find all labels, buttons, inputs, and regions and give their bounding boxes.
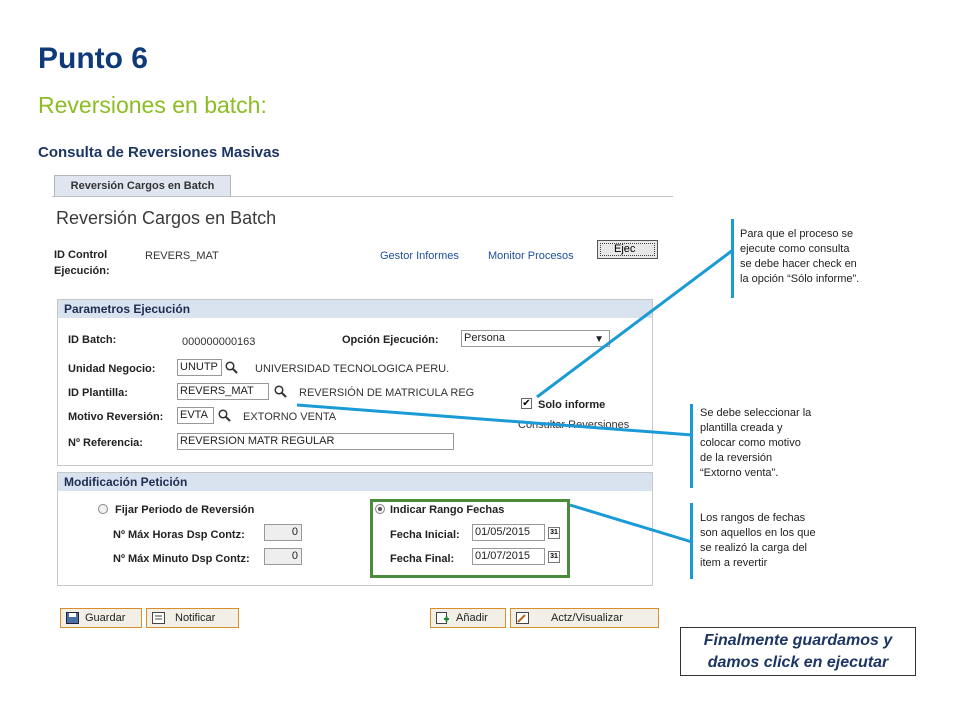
annotation-bar-2	[690, 404, 693, 488]
anadir-label: Añadir	[456, 612, 488, 624]
gestor-informes-link[interactable]: Gestor Informes	[380, 250, 459, 262]
note1-line: Para que el proceso se	[740, 228, 854, 240]
note3-line: item a revertir	[700, 557, 768, 569]
opcion-ejecucion-value: Persona	[464, 332, 505, 344]
slide-subtitle: Reversiones en batch:	[38, 92, 267, 118]
modif-header: Modificación Petición	[58, 473, 652, 491]
note3-line: se realizó la carga del	[700, 542, 808, 554]
unidad-negocio-label: Unidad Negocio:	[68, 363, 156, 375]
note1-line: ejecute como consulta	[740, 243, 850, 255]
calendar-icon[interactable]: 31	[548, 551, 560, 563]
annotation-note-1: Para que el proceso se ejecute como cons…	[740, 227, 859, 287]
consultar-reversiones-link[interactable]: Consultar Reversiones	[518, 419, 629, 431]
fecha-inicial-label: Fecha Inicial:	[390, 529, 460, 541]
final-line-2: damos click en ejecutar	[707, 654, 889, 671]
annotation-note-2: Se debe seleccionar la plantilla creada …	[700, 406, 811, 481]
edit-icon	[516, 612, 529, 624]
motivo-reversion-label: Motivo Reversión:	[68, 411, 164, 423]
note2-line: de la reversión	[700, 452, 773, 464]
section-heading: Consulta de Reversiones Masivas	[38, 144, 280, 161]
search-icon[interactable]	[225, 361, 238, 374]
indicar-rango-radio[interactable]	[375, 504, 385, 514]
indicar-rango-label: Indicar Rango Fechas	[390, 504, 505, 516]
final-instruction-box: Finalmente guardamos y damos click en ej…	[680, 627, 916, 676]
horas-input[interactable]: 0	[264, 524, 302, 541]
id-control-label: ID Control	[54, 249, 108, 261]
notificar-button[interactable]: Notificar	[146, 608, 239, 628]
note2-line: “Extorno venta”.	[700, 467, 779, 479]
note3-line: Los rangos de fechas	[700, 512, 806, 524]
note3-line: son aquellos en los que	[700, 527, 816, 539]
id-plantilla-desc: REVERSIÓN DE MATRICULA REG	[299, 387, 475, 399]
referencia-input[interactable]: REVERSION MATR REGULAR	[177, 433, 454, 450]
ejec-button[interactable]: Ejec	[597, 240, 658, 259]
fecha-inicial-input[interactable]: 01/05/2015	[472, 524, 545, 541]
fijar-periodo-label: Fijar Periodo de Reversión	[115, 504, 255, 516]
calendar-icon[interactable]: 31	[548, 527, 560, 539]
dropdown-arrow-icon: ▼	[594, 334, 604, 345]
note2-line: colocar como motivo	[700, 437, 801, 449]
monitor-procesos-link[interactable]: Monitor Procesos	[488, 250, 574, 262]
annotation-bar-3	[690, 503, 693, 579]
id-plantilla-input[interactable]: REVERS_MAT	[177, 383, 269, 400]
minuto-label: Nº Máx Minuto Dsp Contz:	[113, 553, 250, 565]
page-title: Reversión Cargos en Batch	[56, 208, 277, 228]
fecha-final-label: Fecha Final:	[390, 553, 455, 565]
annotation-bar-1	[731, 219, 734, 298]
actualizar-label: Actz/Visualizar	[551, 612, 623, 624]
search-icon[interactable]	[218, 409, 231, 422]
ejec-button-label: Ejec	[614, 243, 636, 255]
note2-line: Se debe seleccionar la	[700, 407, 812, 419]
id-plantilla-label: ID Plantilla:	[68, 387, 128, 399]
actualizar-button[interactable]: Actz/Visualizar	[510, 608, 659, 628]
tab-reversion-cargos[interactable]: Reversión Cargos en Batch	[54, 175, 231, 196]
search-icon[interactable]	[274, 385, 287, 398]
solo-informe-label: Solo informe	[538, 399, 606, 411]
anadir-button[interactable]: Añadir	[430, 608, 506, 628]
id-control-label-2: Ejecución:	[54, 265, 110, 277]
note1-line: se debe hacer check en	[740, 258, 857, 270]
unidad-negocio-input[interactable]: UNUTP	[177, 359, 222, 376]
slide-title: Punto 6	[38, 42, 148, 75]
motivo-reversion-desc: EXTORNO VENTA	[243, 411, 337, 423]
referencia-label: Nº Referencia:	[68, 437, 143, 449]
fijar-periodo-radio[interactable]	[98, 504, 108, 514]
motivo-reversion-input[interactable]: EVTA	[177, 407, 214, 424]
notify-icon	[152, 612, 165, 624]
note1-line: la opción “Sólo informe”.	[740, 273, 860, 285]
horas-label: Nº Máx Horas Dsp Contz:	[113, 529, 245, 541]
guardar-button[interactable]: Guardar	[60, 608, 142, 628]
annotation-note-3: Los rangos de fechas son aquellos en los…	[700, 511, 816, 571]
note2-line: plantilla creada y	[700, 422, 783, 434]
add-icon	[436, 612, 449, 624]
unidad-negocio-desc: UNIVERSIDAD TECNOLOGICA PERU.	[255, 363, 450, 375]
tab-divider	[52, 196, 673, 197]
opcion-ejecucion-label: Opción Ejecución:	[342, 334, 439, 346]
id-control-value: REVERS_MAT	[145, 250, 219, 262]
final-line-1: Finalmente guardamos y	[703, 632, 893, 649]
params-header: Parametros Ejecución	[58, 300, 652, 318]
save-icon	[66, 612, 79, 624]
minuto-input[interactable]: 0	[264, 548, 302, 565]
id-batch-value: 000000000163	[182, 336, 256, 348]
solo-informe-checkbox[interactable]: ✔	[521, 398, 532, 409]
guardar-label: Guardar	[85, 612, 126, 624]
notificar-label: Notificar	[175, 612, 216, 624]
opcion-ejecucion-select[interactable]: Persona ▼	[461, 330, 610, 347]
id-batch-label: ID Batch:	[68, 334, 117, 346]
fecha-final-input[interactable]: 01/07/2015	[472, 548, 545, 565]
